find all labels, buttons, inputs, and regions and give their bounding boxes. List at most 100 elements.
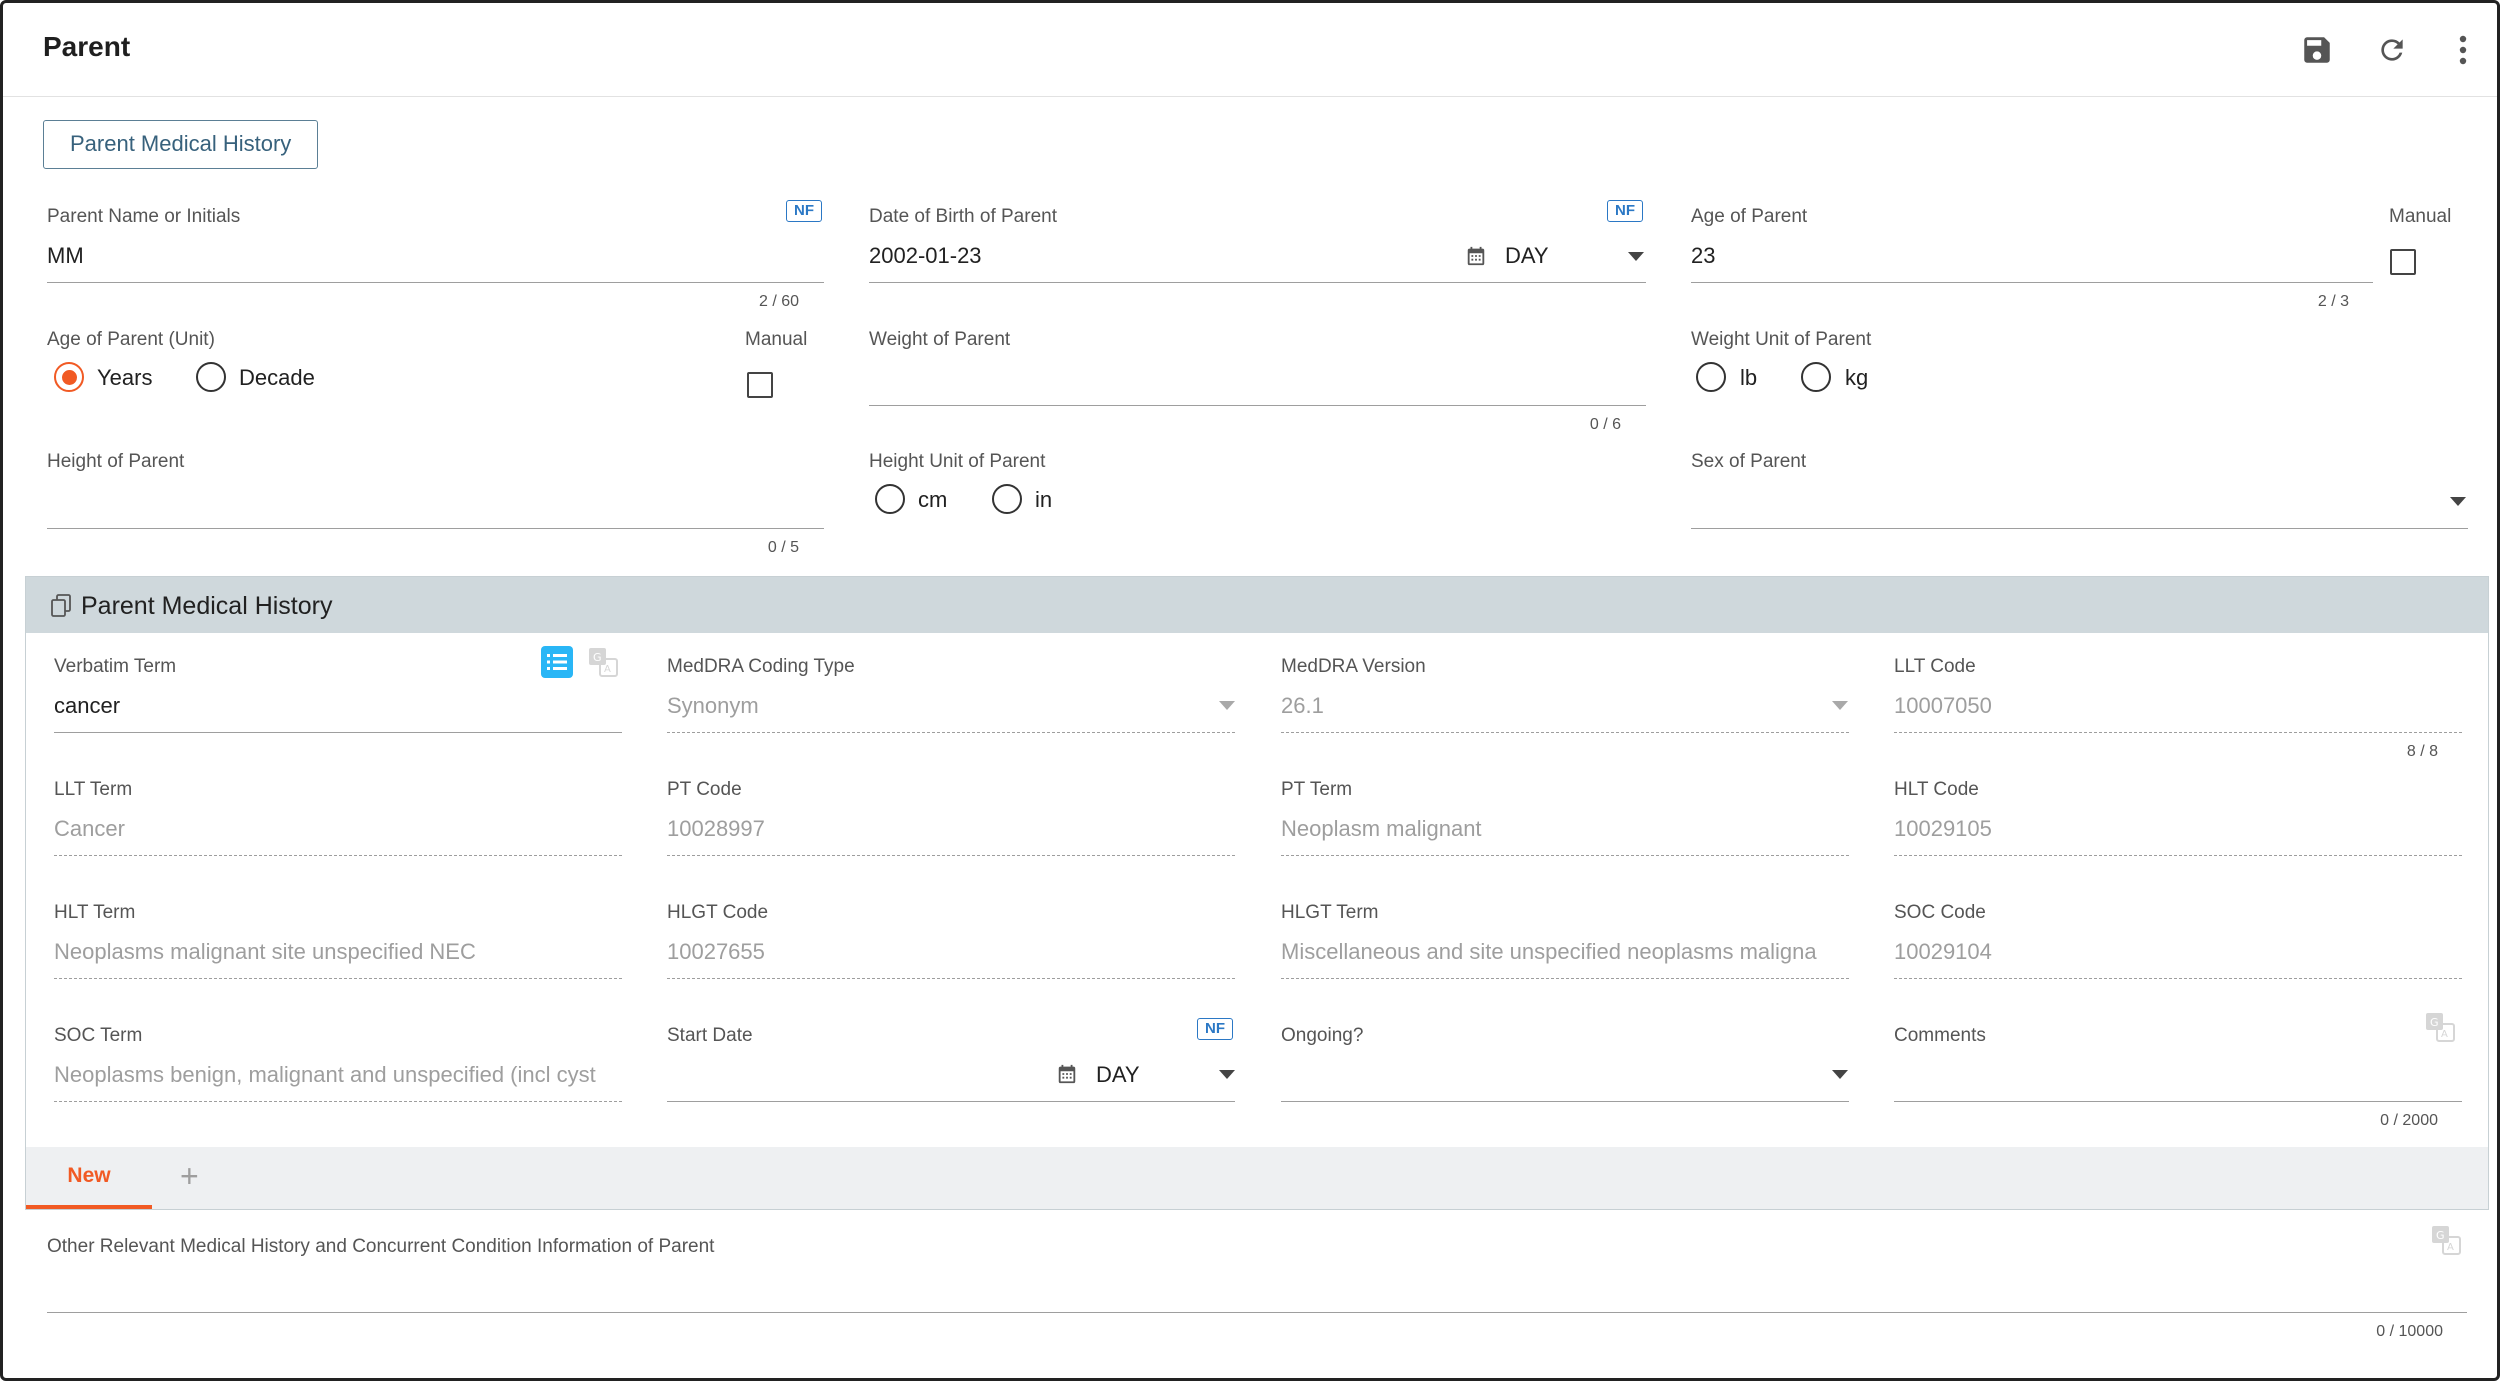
hlt-term-label: HLT Term: [54, 902, 136, 923]
sex-label: Sex of Parent: [1691, 451, 1807, 472]
add-tab-icon[interactable]: +: [180, 1160, 199, 1192]
height-unit-in-label: in: [1035, 487, 1053, 512]
header-bar: Parent: [3, 3, 2497, 97]
verbatim-input[interactable]: cancer: [54, 693, 120, 719]
height-input[interactable]: [47, 489, 824, 519]
age-counter: 2 / 3: [2317, 293, 2349, 310]
hlt-code-label: HLT Code: [1894, 779, 1979, 800]
start-date-calendar-icon[interactable]: [1056, 1063, 1078, 1090]
hlgt-term-label: HLGT Term: [1281, 902, 1379, 923]
age-input[interactable]: 23: [1691, 243, 1715, 269]
ongoing-select[interactable]: [1281, 1062, 1821, 1092]
refresh-icon[interactable]: [2370, 28, 2414, 72]
medical-history-header: Parent Medical History: [26, 577, 2488, 633]
parent-name-input[interactable]: MM: [47, 243, 84, 269]
height-unit-cm-label: cm: [918, 487, 948, 512]
height-label: Height of Parent: [47, 451, 185, 472]
coding-list-icon[interactable]: [541, 646, 573, 683]
parent-medical-history-button[interactable]: Parent Medical History: [43, 120, 319, 169]
sex-select[interactable]: [1691, 489, 2461, 519]
pt-code-underline: [667, 855, 1235, 856]
ongoing-chevron-down-icon[interactable]: [1832, 1070, 1848, 1079]
weight-unit-kg-radio[interactable]: [1801, 362, 1831, 392]
height-counter: 0 / 5: [767, 539, 799, 556]
soc-term-value: Neoplasms benign, malignant and unspecif…: [54, 1062, 596, 1087]
coding-type-underline: [667, 732, 1235, 733]
svg-text:A: A: [2447, 1242, 2454, 1253]
start-date-underline: [667, 1101, 1235, 1102]
llt-term-label: LLT Term: [54, 779, 133, 800]
llt-term-value: Cancer: [54, 816, 125, 841]
medical-history-title: Parent Medical History: [81, 592, 333, 620]
medical-history-section: Parent Medical History Verbatim Term GA …: [25, 576, 2489, 1210]
parent-name-counter: 2 / 60: [758, 293, 799, 310]
age-label: Age of Parent: [1691, 206, 1808, 227]
hlgt-term-value: Miscellaneous and site unspecified neopl…: [1281, 939, 1817, 964]
pt-term-underline: [1281, 855, 1849, 856]
age-underline: [1691, 282, 2373, 283]
weight-input[interactable]: [869, 366, 1646, 396]
dob-precision-chevron-down-icon[interactable]: [1628, 252, 1644, 261]
parent-name-nf-badge[interactable]: NF: [786, 200, 822, 222]
age-unit-manual-label: Manual: [745, 329, 808, 350]
meddra-version-label: MedDRA Version: [1281, 656, 1426, 677]
comments-underline: [1894, 1101, 2462, 1102]
copy-icon: [51, 594, 71, 623]
llt-term-underline: [54, 855, 622, 856]
comments-input[interactable]: [1894, 1062, 2462, 1092]
sex-chevron-down-icon[interactable]: [2450, 497, 2466, 506]
weight-unit-kg-label: kg: [1845, 365, 1869, 390]
hlgt-code-label: HLGT Code: [667, 902, 769, 923]
more-vert-icon[interactable]: [2443, 28, 2483, 72]
svg-text:G: G: [2430, 1016, 2439, 1029]
soc-term-label: SOC Term: [54, 1025, 143, 1046]
svg-text:A: A: [2441, 1029, 2448, 1040]
dob-nf-badge[interactable]: NF: [1607, 200, 1643, 222]
hlt-code-value: 10029105: [1894, 816, 1992, 841]
height-unit-label: Height Unit of Parent: [869, 451, 1046, 472]
meddra-version-select: 26.1: [1281, 693, 1324, 718]
start-date-precision-chevron-down-icon[interactable]: [1219, 1070, 1235, 1079]
parent-form-window: Parent Parent Medical History Parent Nam…: [0, 0, 2500, 1381]
page-title: Parent: [43, 31, 131, 62]
dob-input[interactable]: 2002-01-23: [869, 243, 982, 269]
height-unit-in-radio[interactable]: [992, 484, 1022, 514]
height-underline: [47, 528, 824, 529]
soc-term-underline: [54, 1101, 622, 1102]
start-date-label: Start Date: [667, 1025, 753, 1046]
weight-label: Weight of Parent: [869, 329, 1011, 350]
age-manual-checkbox[interactable]: [2390, 249, 2416, 275]
height-unit-cm-radio[interactable]: [875, 484, 905, 514]
weight-unit-lb-label: lb: [1740, 365, 1758, 390]
svg-text:A: A: [604, 664, 611, 675]
pt-term-value: Neoplasm malignant: [1281, 816, 1482, 841]
soc-code-value: 10029104: [1894, 939, 1992, 964]
hlt-term-value: Neoplasms malignant site unspecified NEC: [54, 939, 476, 964]
verbatim-label: Verbatim Term: [54, 656, 177, 677]
weight-unit-lb-radio[interactable]: [1696, 362, 1726, 392]
age-unit-decade-radio[interactable]: [196, 362, 226, 392]
tab-new[interactable]: New: [26, 1147, 152, 1209]
dob-underline: [869, 282, 1646, 283]
parent-name-underline: [47, 282, 824, 283]
other-history-input[interactable]: [47, 1273, 2467, 1303]
age-unit-years-radio[interactable]: [54, 362, 84, 392]
pt-code-label: PT Code: [667, 779, 742, 800]
comments-counter: 0 / 2000: [2380, 1112, 2438, 1129]
other-history-underline: [47, 1312, 2467, 1313]
save-icon[interactable]: [2295, 28, 2339, 72]
calendar-icon[interactable]: [1465, 245, 1487, 272]
start-date-precision-select[interactable]: DAY: [1096, 1062, 1140, 1088]
age-unit-years-label: Years: [97, 365, 153, 390]
translate-icon[interactable]: GA: [588, 647, 618, 682]
other-history-translate-icon[interactable]: GA: [2431, 1225, 2461, 1260]
coding-type-select: Synonym: [667, 693, 759, 718]
age-manual-label: Manual: [2389, 206, 2452, 227]
dob-precision-select[interactable]: DAY: [1505, 243, 1549, 269]
svg-text:G: G: [2436, 1229, 2445, 1242]
start-date-nf-badge[interactable]: NF: [1197, 1018, 1233, 1040]
llt-code-underline: [1894, 732, 2462, 733]
comments-translate-icon[interactable]: GA: [2425, 1012, 2455, 1047]
age-unit-manual-checkbox[interactable]: [747, 372, 773, 398]
other-history-counter: 0 / 10000: [2376, 1323, 2443, 1340]
